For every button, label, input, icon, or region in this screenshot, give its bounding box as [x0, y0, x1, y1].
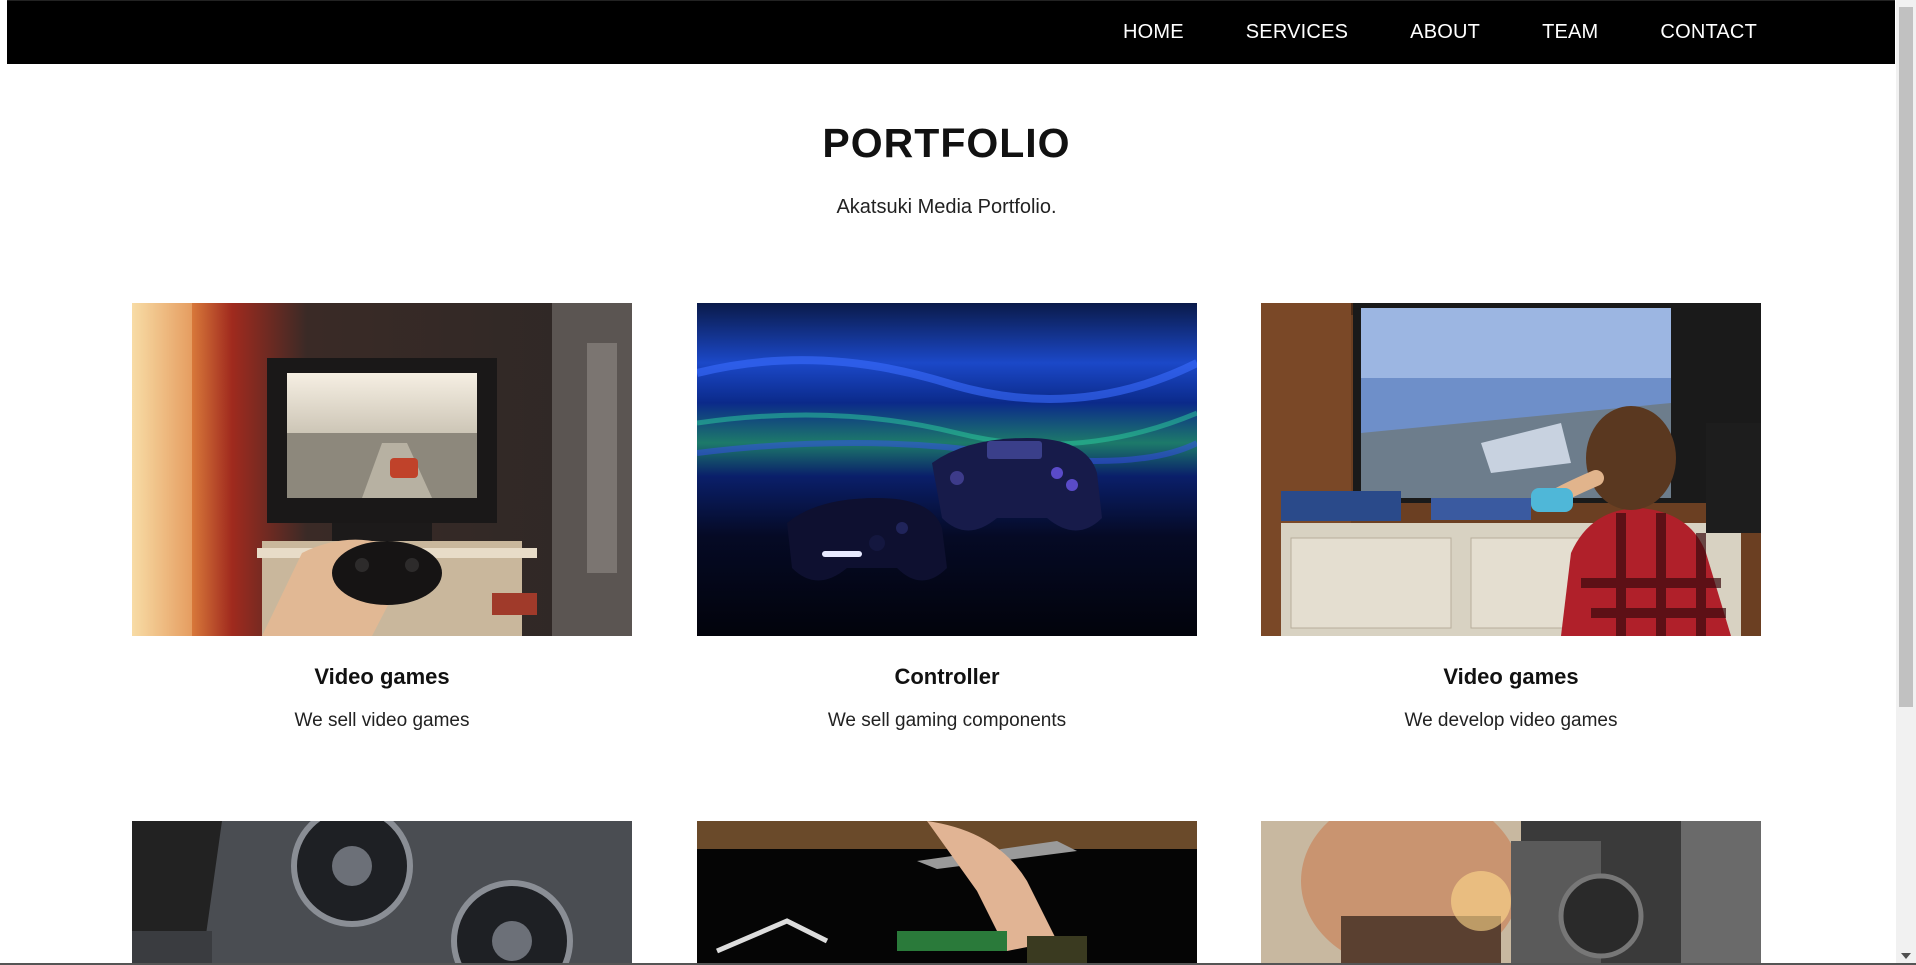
portfolio-card-controller: Controller We sell gaming components: [697, 303, 1197, 732]
game-controllers-photo[interactable]: [697, 303, 1197, 636]
circuit-repair-photo[interactable]: [697, 821, 1197, 963]
nav-services-link[interactable]: SERVICES: [1246, 21, 1348, 43]
scrollbar-thumb[interactable]: [1899, 7, 1913, 707]
scroll-down-arrow-icon[interactable]: [1901, 953, 1911, 959]
technician-working-photo[interactable]: [1261, 821, 1761, 963]
card-description: We sell video games: [294, 710, 470, 731]
card-title: Video games: [314, 664, 450, 689]
nav-contact-link[interactable]: CONTACT: [1660, 21, 1757, 43]
card-title: Controller: [894, 664, 1000, 689]
card-description: We develop video games: [1404, 710, 1618, 731]
portfolio-heading: PORTFOLIO: [822, 120, 1071, 166]
nav-menu: HOME SERVICES ABOUT TEAM CONTACT: [1123, 1, 1757, 64]
nav-team-link[interactable]: TEAM: [1542, 21, 1598, 43]
tv-racing-game-photo[interactable]: [132, 303, 632, 636]
nav-home-link[interactable]: HOME: [1123, 21, 1184, 43]
vertical-scrollbar[interactable]: [1896, 0, 1916, 963]
portfolio-subtitle: Akatsuki Media Portfolio.: [836, 196, 1057, 218]
boy-playing-game-photo[interactable]: [1261, 303, 1761, 636]
top-navbar: HOME SERVICES ABOUT TEAM CONTACT: [7, 0, 1895, 64]
portfolio-card-video-games-sell: Video games We sell video games: [132, 303, 632, 732]
graphics-card-photo[interactable]: [132, 821, 632, 963]
nav-about-link[interactable]: ABOUT: [1410, 21, 1480, 43]
portfolio-card-video-games-develop: Video games We develop video games: [1261, 303, 1761, 732]
card-description: We sell gaming components: [827, 710, 1067, 731]
page: HOME SERVICES ABOUT TEAM CONTACT PORTFOL…: [0, 0, 1896, 963]
card-title: Video games: [1443, 664, 1579, 689]
